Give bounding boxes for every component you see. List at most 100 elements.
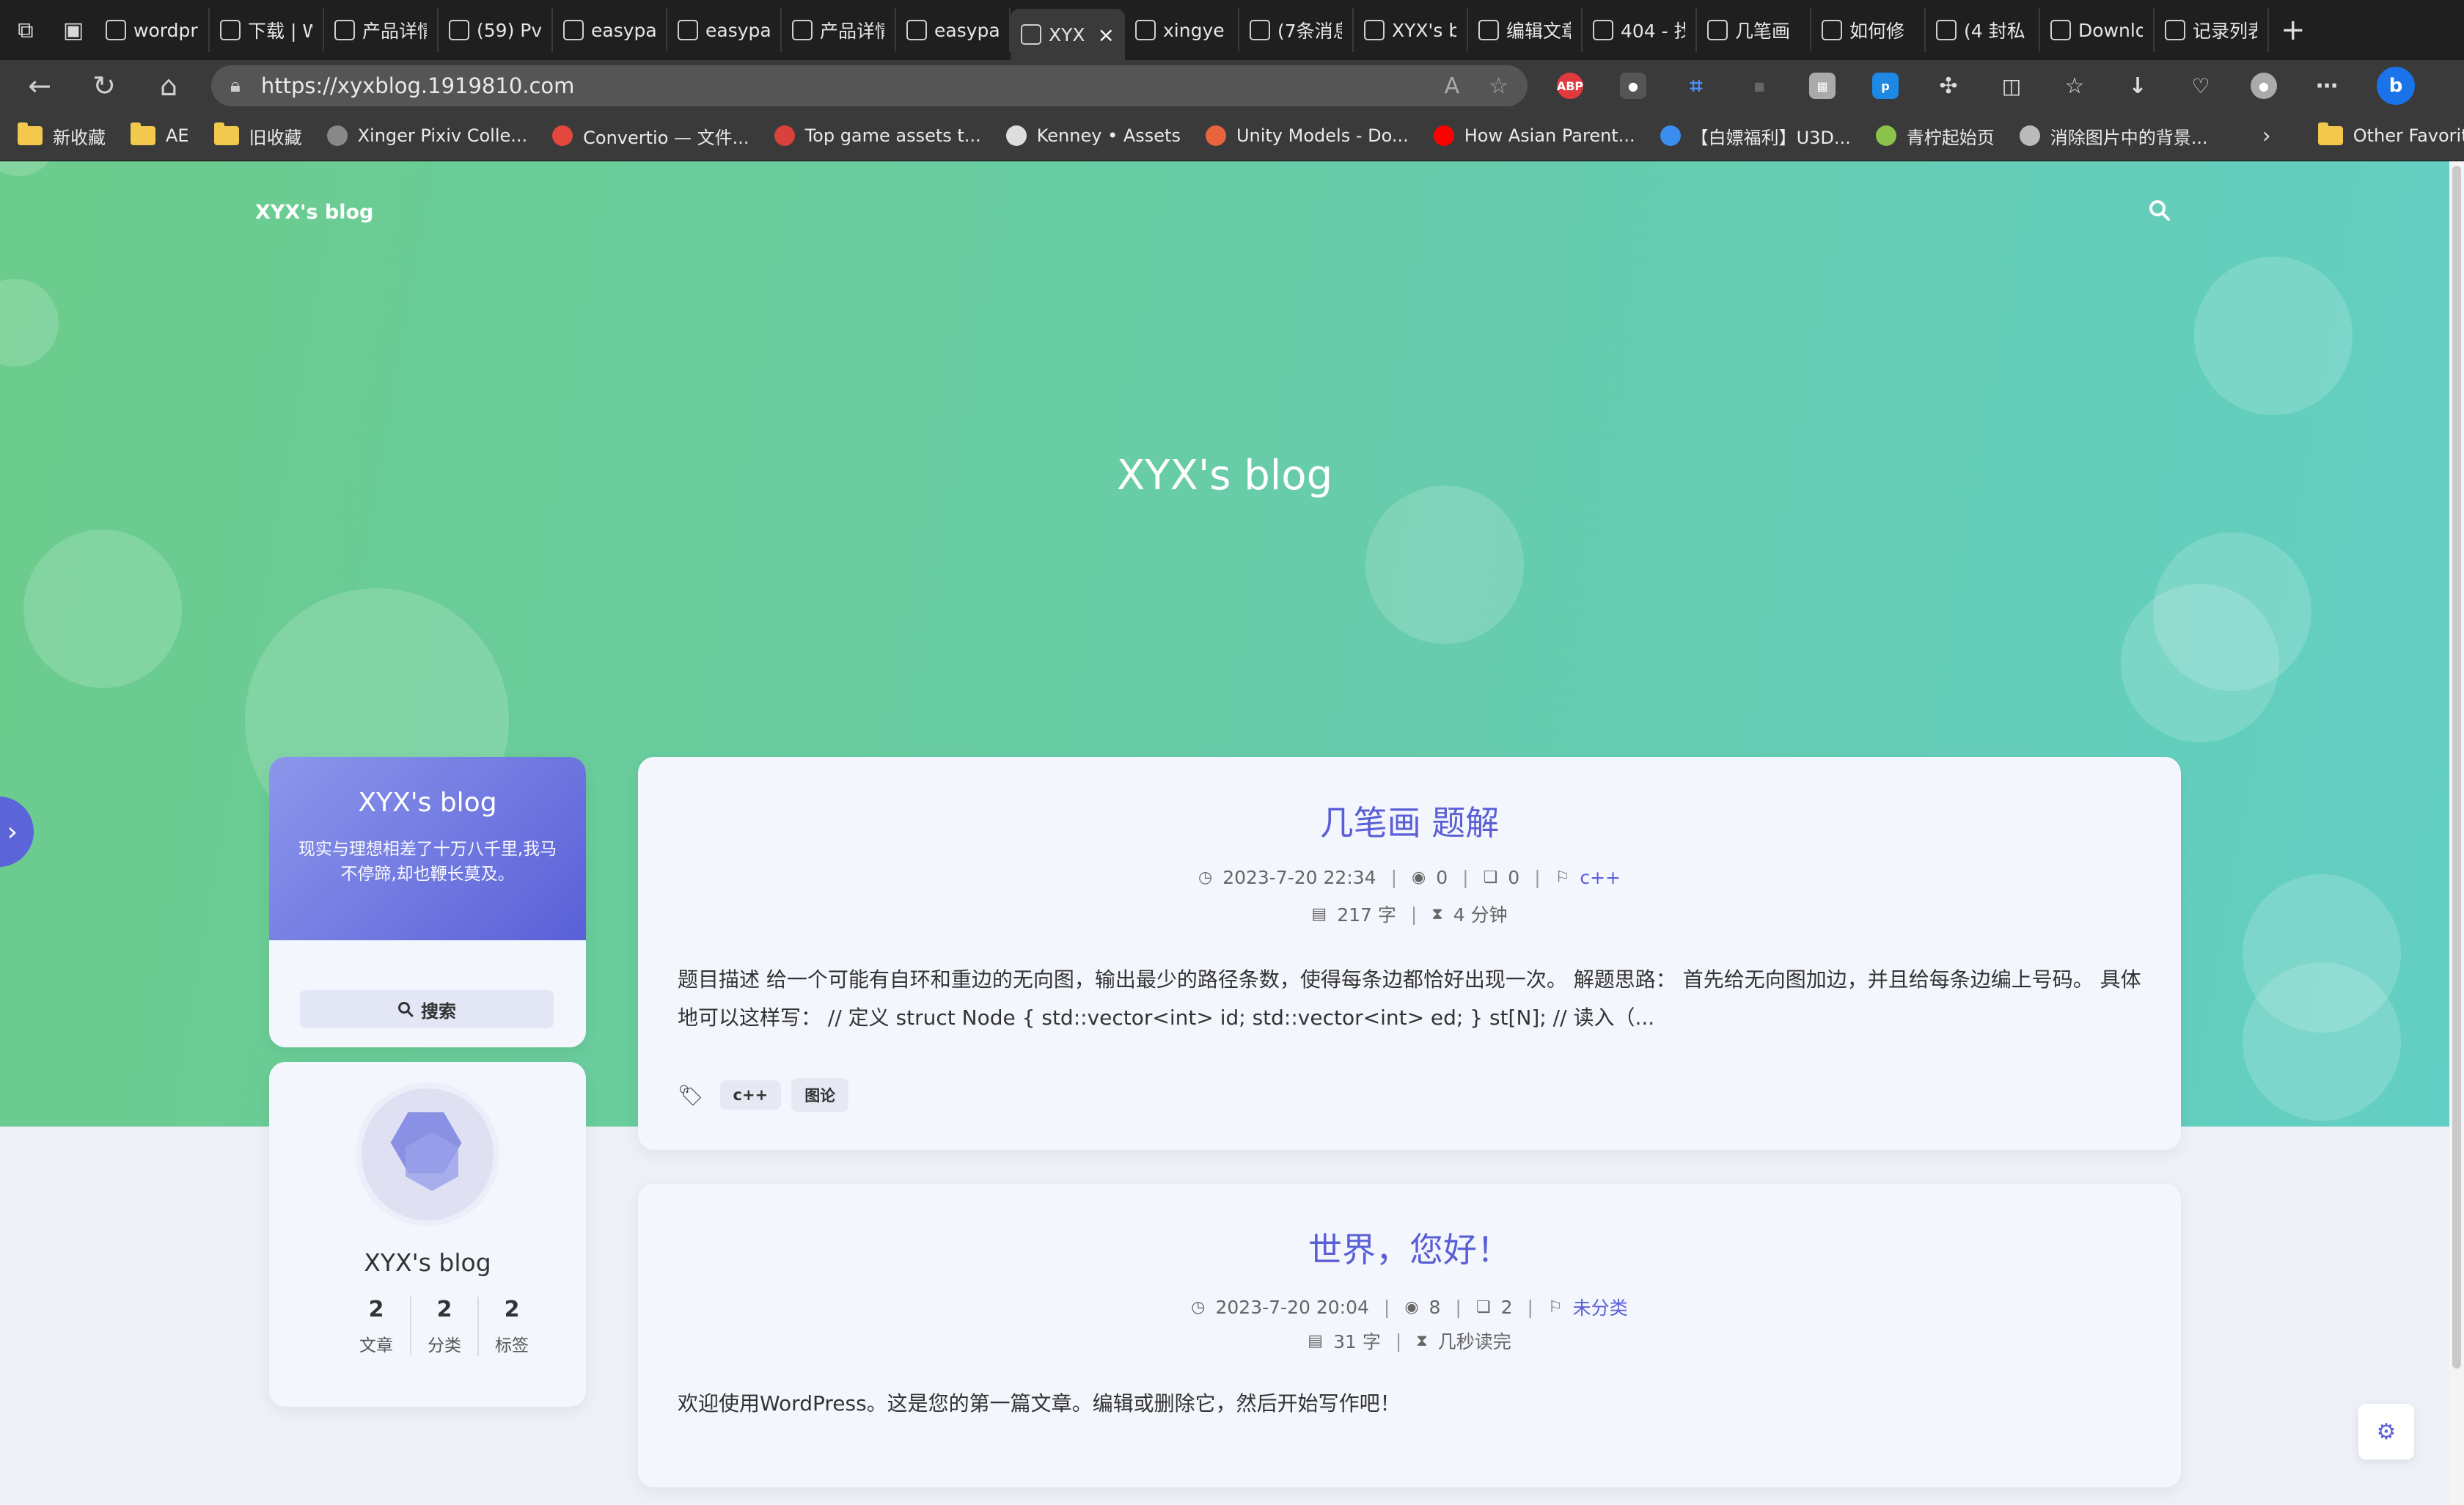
bookmark-label: Kenney • Assets [1036, 125, 1181, 146]
bookmark-item[interactable]: 消除图片中的背景... [2019, 123, 2208, 149]
bookmark-label: 青柠起始页 [1906, 127, 1995, 148]
browser-tab[interactable]: 产品详情 [324, 8, 439, 52]
bookmark-item[interactable]: 【白嫖福利】U3D... [1660, 123, 1851, 149]
favorites-icon[interactable]: ☆ [2061, 73, 2088, 99]
zhihu-icon [1936, 20, 1957, 40]
bookmark-item[interactable]: Unity Models - Do... [1205, 125, 1409, 146]
dark-extension-icon[interactable]: ■ [1746, 73, 1772, 99]
browser-tab[interactable]: 404 - 找 [1583, 8, 1697, 52]
stat-value: 2 [504, 1297, 520, 1322]
extension-badge-icon[interactable]: ● [1620, 73, 1646, 99]
stat-categories[interactable]: 2 分类 [410, 1297, 477, 1356]
bookmark-item[interactable]: Kenney • Assets [1005, 125, 1181, 146]
avatar[interactable] [362, 1088, 494, 1220]
browser-tab[interactable]: (4 封私 [1926, 8, 2040, 52]
browser-tab[interactable]: 如何修 [1811, 8, 1926, 52]
bookmarks-overflow-chevron-icon[interactable]: › [2262, 123, 2271, 149]
browser-tab[interactable]: XYX's b [1354, 8, 1468, 52]
search-button[interactable]: 搜索 [300, 990, 554, 1028]
extensions-icon[interactable]: ✣ [1935, 73, 1962, 99]
tag-link[interactable]: 图论 [791, 1078, 849, 1112]
bing-copilot-icon[interactable]: b [2377, 67, 2415, 105]
post-category-link[interactable]: c++ [1580, 867, 1621, 888]
split-screen-icon[interactable]: ◫ [1998, 73, 2025, 99]
crop-extension-icon[interactable]: ⌗ [1683, 73, 1709, 99]
tab-actions-icon[interactable]: ▣ [51, 0, 95, 60]
bookmark-item[interactable]: 新收藏 [18, 122, 106, 149]
browser-tab[interactable]: easypa [896, 8, 1011, 52]
browser-tab-title: (7条消息 [1277, 21, 1342, 42]
browser-tab[interactable]: (59) Pv [439, 8, 553, 52]
back-button[interactable]: ← [7, 60, 72, 111]
browser-tab-title: 下载 | W [248, 21, 312, 42]
search-icon[interactable] [2149, 199, 2171, 227]
profile-stats: 2 文章 2 分类 2 标签 [342, 1297, 545, 1356]
post-title-link[interactable]: 几笔画 题解 [638, 797, 2181, 845]
browser-tab[interactable]: 几笔画 [1697, 8, 1811, 52]
bookmark-label: Convertio — 文件... [583, 127, 749, 148]
browser-tab[interactable]: wordpress [95, 8, 210, 52]
image-extension-icon[interactable]: ▦ [1809, 73, 1836, 99]
pixiv-extension-icon[interactable]: p [1872, 73, 1899, 99]
browser-tab[interactable]: (7条消息 [1239, 8, 1354, 52]
browser-tab[interactable]: 下载 | W [210, 8, 324, 52]
meta-separator: | [1527, 1296, 1533, 1318]
profile-card: XYX's blog 2 文章 2 分类 2 标签 [269, 1062, 586, 1407]
post-word-count: 31 字 [1333, 1331, 1381, 1352]
workspaces-icon[interactable]: ⧉ [0, 0, 51, 60]
about-description: 现实与理想相差了十万八千里,我马不停蹄,却也鞭长莫及。 [298, 840, 557, 884]
stat-posts[interactable]: 2 文章 [342, 1297, 410, 1356]
eye-icon: ◉ [1404, 1297, 1419, 1317]
stat-label: 分类 [428, 1336, 461, 1355]
browser-tab[interactable]: XYX × [1011, 9, 1125, 60]
page-icon [1707, 20, 1728, 40]
settings-gear-icon[interactable]: ⚙ [2358, 1404, 2414, 1460]
bookmark-item[interactable]: Xinger Pixiv Colle... [326, 125, 527, 146]
tab-strip: wordpress 下载 | W 产品详情 (59) Pv easypa easypa 产品… [95, 0, 2269, 60]
address-bar[interactable]: 🔒︎ https://xyxblog.1919810.com A ☆ [211, 65, 1528, 106]
browser-tab-title: Downlo [2078, 19, 2143, 41]
browser-tab[interactable]: easypa [667, 8, 782, 52]
stat-label: 文章 [359, 1336, 393, 1355]
url-text[interactable]: https://xyxblog.1919810.com [261, 73, 1415, 98]
browser-tab[interactable]: 编辑文章 [1468, 8, 1583, 52]
post-comments[interactable]: 0 [1508, 867, 1519, 888]
bookmark-item[interactable]: 青柠起始页 [1875, 123, 1995, 149]
profile-avatar-icon[interactable]: ● [2251, 73, 2277, 99]
browser-tab[interactable]: easypa [553, 8, 667, 52]
browser-tab[interactable]: 产品详情 [782, 8, 896, 52]
post-comments[interactable]: 2 [1501, 1297, 1513, 1318]
more-menu-icon[interactable]: ⋯ [2314, 73, 2340, 99]
stat-tags[interactable]: 2 标签 [477, 1297, 545, 1356]
home-button[interactable]: ⌂ [136, 60, 201, 111]
browser-tab[interactable]: Downlo [2040, 8, 2155, 52]
bookmark-item[interactable]: Convertio — 文件... [552, 123, 749, 149]
scrollbar-thumb[interactable] [2452, 166, 2461, 1369]
bookmark-item[interactable]: Top game assets t... [774, 125, 981, 146]
bookmark-item[interactable]: AE [131, 122, 189, 146]
bookmark-item[interactable]: How Asian Parent... [1433, 125, 1635, 146]
read-aloud-icon[interactable]: A [1445, 73, 1460, 99]
adblock-icon[interactable]: ABP [1557, 73, 1583, 99]
bookmarks-bar: 新收藏 AE 旧收藏 Xinger Pixiv Colle... Convertio —… [0, 111, 2464, 161]
site-logo-link[interactable]: XYX's blog [255, 201, 373, 224]
bookmark-item[interactable]: 旧收藏 [213, 122, 302, 149]
post-title-link[interactable]: 世界，您好！ [638, 1223, 2181, 1272]
tag-link[interactable]: c++ [719, 1080, 782, 1110]
downloads-icon[interactable]: ↓ [2124, 73, 2151, 99]
document-icon: ▤ [1311, 904, 1327, 923]
meta-separator: | [1534, 867, 1541, 888]
lock-icon[interactable]: 🔒︎ [230, 75, 241, 98]
new-tab-button[interactable]: + [2281, 13, 2306, 47]
clock-icon: ◷ [1191, 1297, 1206, 1317]
bookmark-other-favorites[interactable]: Other Favorites [2317, 122, 2464, 146]
browser-tab[interactable]: 记录列表 [2155, 8, 2269, 52]
folder-icon [2317, 122, 2343, 145]
post-category-link[interactable]: 未分类 [1573, 1294, 1628, 1320]
refresh-button[interactable]: ↻ [72, 60, 136, 111]
close-tab-icon[interactable]: × [1098, 23, 1115, 47]
post-word-count: 217 字 [1337, 904, 1396, 926]
favorite-star-icon[interactable]: ☆ [1489, 73, 1508, 99]
performance-icon[interactable]: ♡ [2188, 73, 2214, 99]
browser-tab[interactable]: xingye [1125, 8, 1239, 52]
